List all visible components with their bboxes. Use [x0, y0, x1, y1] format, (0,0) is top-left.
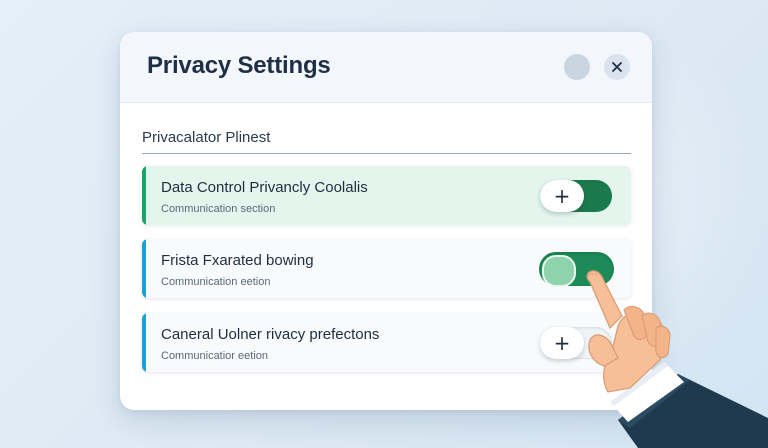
section-divider	[142, 153, 631, 154]
row-accent-bar	[142, 166, 146, 225]
dialog-title: Privacy Settings	[147, 52, 331, 79]
close-icon	[612, 62, 622, 72]
minimize-button[interactable]	[564, 54, 590, 80]
row-accent-bar	[142, 313, 146, 372]
setting-title: Data Control Privancly Coolalis	[161, 179, 368, 196]
data-control-toggle[interactable]: +	[540, 180, 612, 212]
setting-row-frista: Frista Fxarated bowing Communication eet…	[142, 239, 631, 298]
setting-title: Caneral Uolner rivacy prefectons	[161, 326, 380, 343]
toggle-knob: +	[540, 180, 584, 212]
dialog-header: Privacy Settings	[120, 32, 652, 103]
row-accent-bar	[142, 239, 146, 298]
plus-icon: +	[553, 184, 571, 208]
section-label: Privacalator Plinest	[142, 129, 271, 146]
setting-title: Frista Fxarated bowing	[161, 252, 314, 269]
close-button[interactable]	[604, 54, 630, 80]
setting-row-general: Caneral Uolner rivacy prefectons Communi…	[142, 313, 631, 372]
pointing-hand-icon	[586, 270, 768, 448]
setting-subtitle: Communication section	[161, 203, 276, 215]
setting-subtitle: Communication eetion	[161, 276, 271, 288]
setting-row-data-control: Data Control Privancly Coolalis Communic…	[142, 166, 631, 225]
setting-subtitle: Communicatior eetion	[161, 350, 268, 362]
